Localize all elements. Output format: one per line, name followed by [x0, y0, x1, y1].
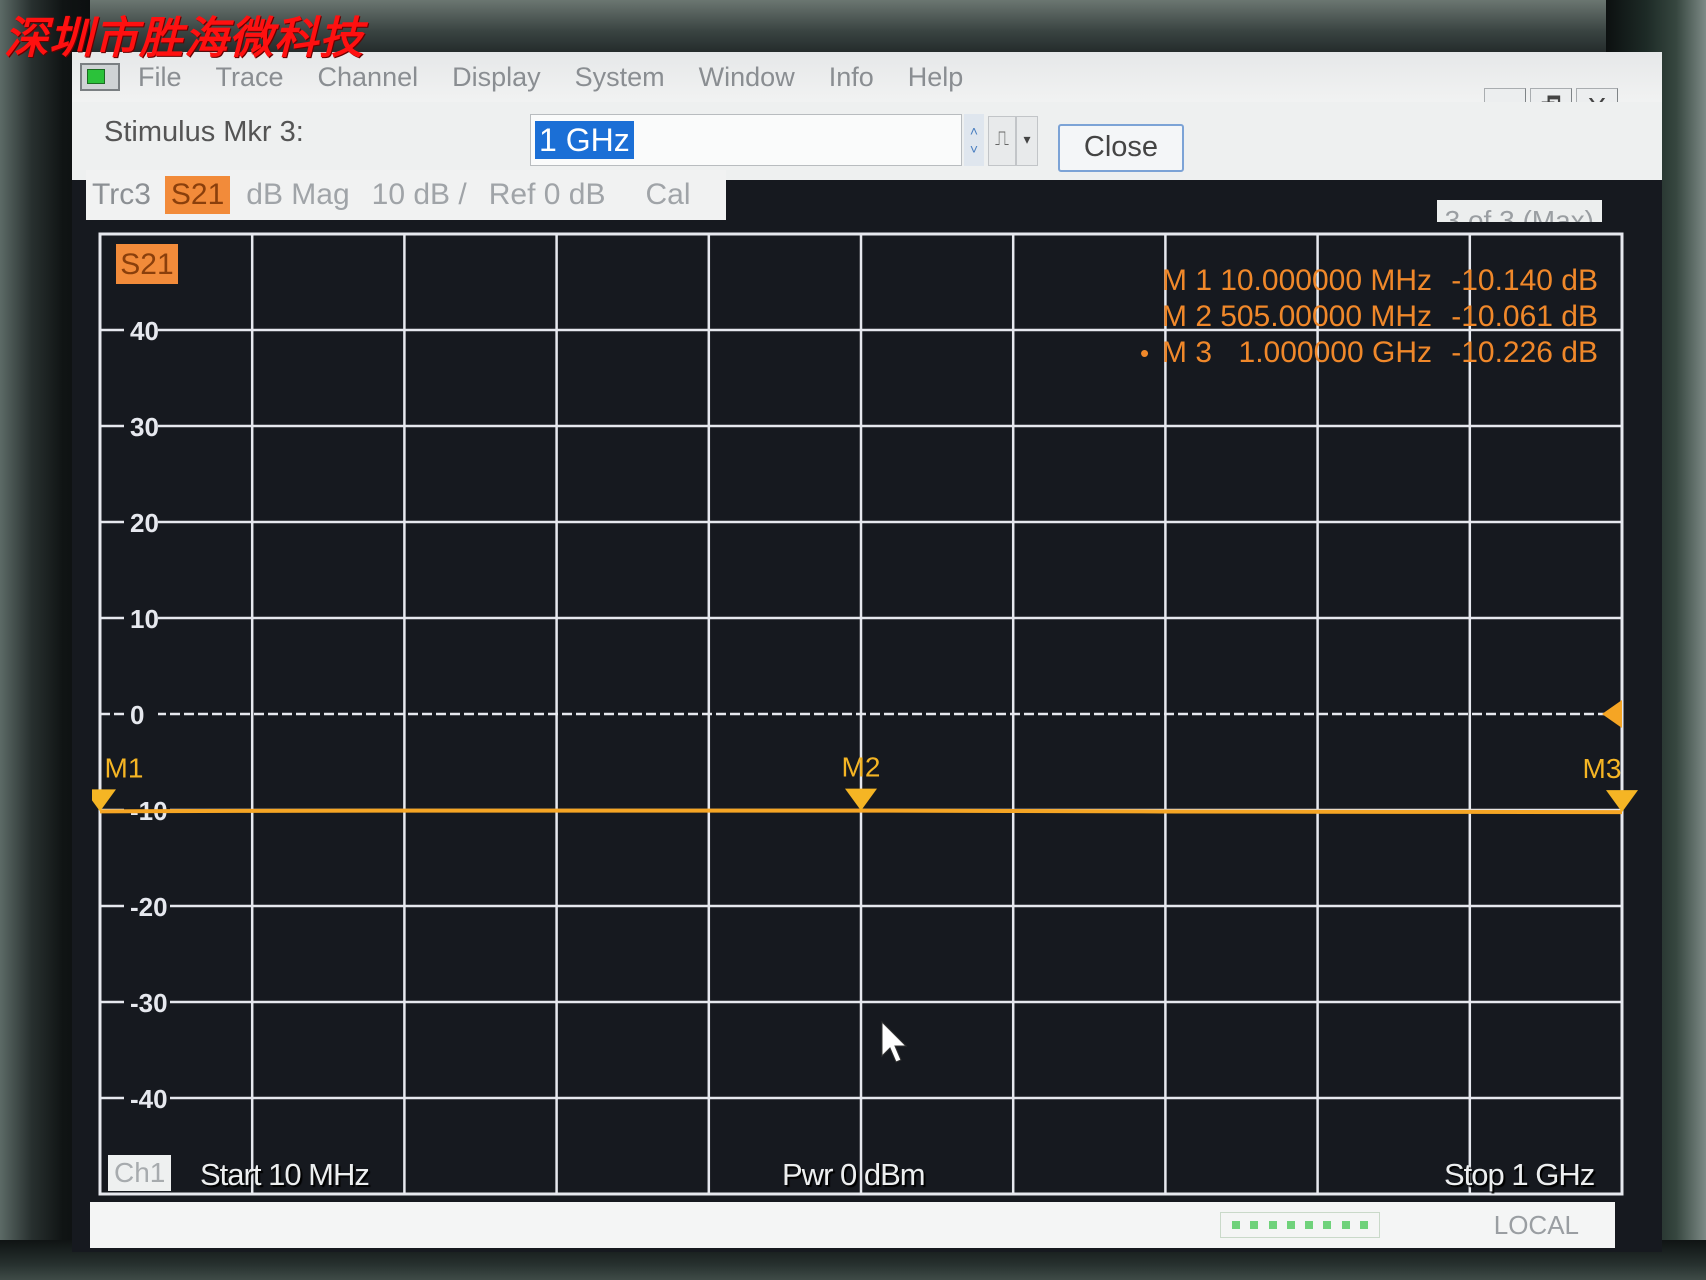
step-size-button[interactable]: ⎍	[988, 116, 1016, 166]
trace-scale[interactable]: 10 dB /	[372, 178, 467, 212]
step-icon: ⎍	[995, 128, 1009, 150]
trace-parameter-badge[interactable]: S21	[164, 176, 231, 214]
stimulus-spinner[interactable]: ˄ ˅	[964, 114, 984, 166]
marker-readout-id: M 2	[1162, 300, 1212, 333]
menu-display[interactable]: Display	[452, 62, 541, 93]
marker-label: M1	[105, 752, 144, 783]
start-frequency[interactable]: Start 10 MHz	[200, 1157, 370, 1193]
marker-readout-frequency: 10.000000 MHz	[1220, 264, 1432, 297]
vna-screen: File Trace Channel Display System Window…	[72, 52, 1662, 1252]
y-tick-label: -40	[130, 1084, 168, 1114]
channel-footer: Ch1 Start 10 MHz Pwr 0 dBm Stop 1 GHz	[72, 1147, 1662, 1203]
marker-label: M2	[842, 752, 881, 783]
menu-file[interactable]: File	[138, 62, 182, 93]
source-power[interactable]: Pwr 0 dBm	[782, 1157, 926, 1193]
stimulus-value-input[interactable]: 1 GHz	[530, 114, 962, 166]
marker-readout-id: M 3	[1162, 336, 1212, 369]
menu-window[interactable]: Window	[699, 62, 795, 93]
marker-label: M3	[1583, 753, 1622, 784]
progress-dot	[1268, 1221, 1277, 1229]
progress-dot	[1341, 1221, 1350, 1229]
marker-readout-value: -10.061 dB	[1451, 300, 1598, 333]
progress-dot	[1286, 1221, 1295, 1229]
progress-dot	[1323, 1221, 1332, 1229]
marker-readout-value: -10.226 dB	[1451, 336, 1598, 369]
marker-readout-frequency: 505.00000 MHz	[1220, 300, 1432, 333]
chevron-down-icon: ▾	[1023, 131, 1031, 147]
y-tick-label: 20	[130, 508, 159, 538]
channel-badge[interactable]: Ch1	[108, 1155, 172, 1191]
plot-area[interactable]: 40 30 20 10 0 -10 -20 -30 -40 M1 M2 M3 S21 M 1 10.0…	[84, 222, 1646, 1197]
spin-down-icon[interactable]: ˅	[970, 140, 978, 158]
y-tick-label: 30	[130, 412, 159, 442]
stimulus-value-selected: 1 GHz	[535, 121, 634, 159]
trace-reference[interactable]: Ref 0 dB	[489, 178, 606, 212]
trace-cal-status: Cal	[645, 178, 691, 211]
progress-dot	[1250, 1221, 1259, 1229]
y-tick-label: 0	[130, 700, 144, 730]
watermark: 深圳市胜海微科技	[4, 13, 364, 64]
trace-name[interactable]: Trc3	[92, 178, 151, 212]
step-dropdown-button[interactable]: ▾	[1016, 116, 1038, 166]
stimulus-marker-toolbar: Stimulus Mkr 3: 1 GHz ˄ ˅ ⎍ ▾ Close	[72, 102, 1662, 180]
app-icon[interactable]	[80, 63, 120, 91]
y-tick-label: 40	[130, 316, 159, 346]
s21-chart[interactable]: 403020100-10-20-30-40 M1 M2 M3 S21 M 1 10.0…	[84, 222, 1646, 1197]
progress-dot	[1232, 1221, 1241, 1229]
marker-readout-value: -10.140 dB	[1451, 264, 1598, 297]
y-tick-label: 10	[130, 604, 159, 634]
stop-frequency[interactable]: Stop 1 GHz	[1444, 1157, 1595, 1193]
status-bar: LOCAL	[90, 1202, 1615, 1248]
menu-system[interactable]: System	[575, 62, 665, 93]
trace-info-bar[interactable]: Trc3 S21 dB Mag 10 dB / Ref 0 dB Cal	[86, 170, 726, 220]
menu-help[interactable]: Help	[908, 62, 964, 93]
trace-line	[99, 808, 1623, 815]
plot-parameter-label: S21	[120, 248, 173, 281]
control-mode-status: LOCAL	[1493, 1210, 1579, 1240]
menu-trace[interactable]: Trace	[216, 62, 284, 93]
marker-readout-frequency: 1.000000 GHz	[1239, 336, 1432, 369]
stimulus-marker-label: Stimulus Mkr 3:	[104, 116, 304, 148]
marker-readout-id: M 1	[1162, 264, 1212, 297]
menu-channel[interactable]: Channel	[318, 62, 419, 93]
close-button[interactable]: Close	[1058, 124, 1184, 172]
progress-dot	[1359, 1221, 1368, 1229]
y-tick-label: -20	[130, 892, 168, 922]
trace-format[interactable]: dB Mag	[246, 178, 349, 212]
spin-up-icon[interactable]: ˄	[970, 122, 978, 140]
active-marker-dot: •	[1140, 338, 1149, 368]
y-tick-label: -30	[130, 988, 168, 1018]
sweep-progress-indicator	[1220, 1212, 1380, 1238]
progress-dot	[1305, 1221, 1314, 1229]
menu-info[interactable]: Info	[829, 62, 874, 93]
